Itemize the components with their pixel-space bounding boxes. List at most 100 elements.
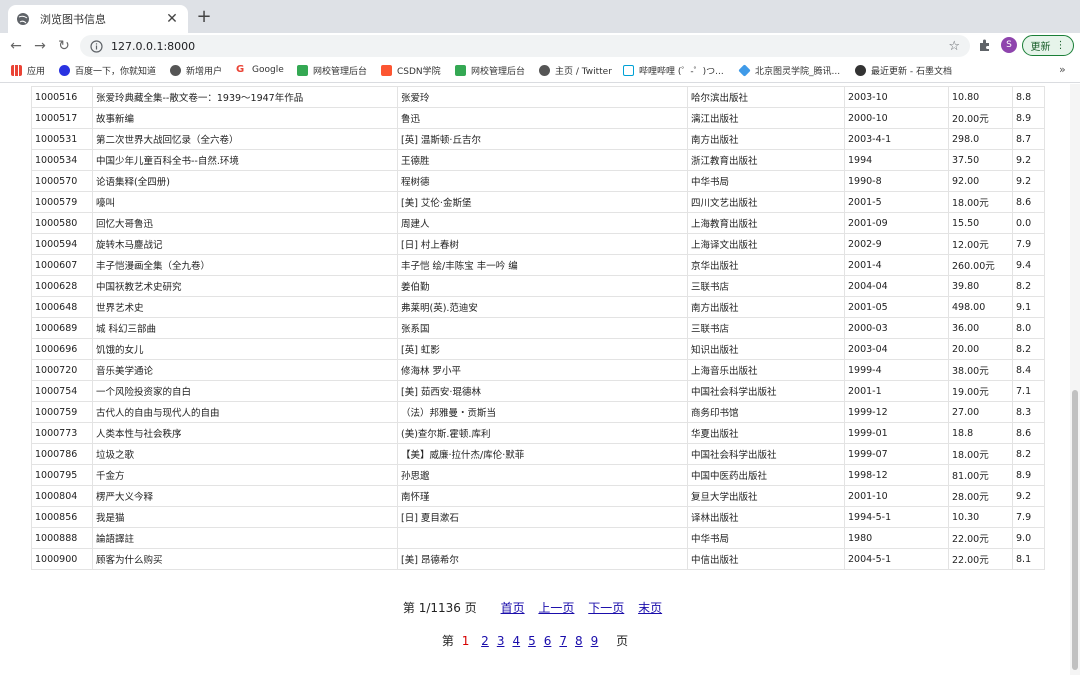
- book-price-cell: 498.00: [948, 296, 1013, 318]
- bookmark-tuling[interactable]: 北京图灵学院_腾讯...: [738, 64, 840, 77]
- book-date-cell: 1994: [844, 149, 949, 171]
- bookmark-label: 网校管理后台: [313, 67, 368, 77]
- profile-avatar[interactable]: S: [1001, 37, 1017, 53]
- book-price-cell: 260.00元: [948, 254, 1013, 276]
- book-author-cell: [英] 虹影: [397, 338, 688, 360]
- scrollbar-thumb[interactable]: [1072, 390, 1078, 670]
- book-publisher-cell: 中信出版社: [687, 548, 845, 570]
- book-title-cell: 我是猫: [92, 506, 398, 528]
- book-id-cell: 1000804: [31, 485, 93, 507]
- page-links: 23456789: [477, 634, 602, 648]
- book-price-cell: 20.00元: [948, 107, 1013, 129]
- book-date-cell: 2004-5-1: [844, 548, 949, 570]
- page-number-link[interactable]: 6: [544, 634, 552, 648]
- book-rating-cell: 8.9: [1012, 464, 1045, 486]
- book-rating-cell: 9.4: [1012, 254, 1045, 276]
- address-bar[interactable]: 127.0.0.1:8000 ☆: [80, 35, 970, 57]
- table-row: 1000795 千金方 孙思邈 中国中医药出版社 1998-12 81.00元 8.9: [31, 464, 1045, 486]
- bookmark-label: 网校管理后台: [471, 67, 526, 77]
- book-publisher-cell: 上海译文出版社: [687, 233, 845, 255]
- book-rating-cell: 8.3: [1012, 401, 1045, 423]
- book-date-cell: 2001-09: [844, 212, 949, 234]
- bookmark-csdn[interactable]: CSDN学院: [381, 64, 441, 77]
- book-author-cell: 丰子恺 绘/丰陈宝 丰一吟 编: [397, 254, 688, 276]
- bookmark-school-admin-2[interactable]: 网校管理后台: [455, 64, 525, 77]
- back-icon[interactable]: ←: [7, 37, 25, 55]
- page-number-link[interactable]: 2: [481, 634, 489, 648]
- book-publisher-cell: 南方出版社: [687, 296, 845, 318]
- bookmark-shimo[interactable]: 最近更新 - 石墨文档: [855, 64, 952, 77]
- book-price-cell: 12.00元: [948, 233, 1013, 255]
- new-tab-icon[interactable]: +: [194, 7, 214, 27]
- tab-strip: 浏览图书信息 ✕ +: [0, 0, 1080, 33]
- book-publisher-cell: 哈尔滨出版社: [687, 86, 845, 108]
- page-number-link[interactable]: 5: [528, 634, 536, 648]
- book-date-cell: 1994-5-1: [844, 506, 949, 528]
- book-date-cell: 2000-03: [844, 317, 949, 339]
- bookmark-star-icon[interactable]: ☆: [948, 39, 960, 54]
- active-tab[interactable]: 浏览图书信息 ✕: [8, 5, 188, 33]
- book-date-cell: 2001-10: [844, 485, 949, 507]
- book-author-cell: 【美】威廉·拉什杰/库伦·默菲: [397, 443, 688, 465]
- next-page-link[interactable]: 下一页: [588, 601, 624, 615]
- book-rating-cell: 9.2: [1012, 149, 1045, 171]
- table-row: 1000570 论语集释(全四册) 程树德 中华书局 1990-8 92.00 9.2: [31, 170, 1045, 192]
- extensions-puzzle-icon[interactable]: [978, 38, 992, 52]
- book-id-cell: 1000786: [31, 443, 93, 465]
- bookmark-google[interactable]: G Google: [236, 64, 284, 75]
- book-price-cell: 39.80: [948, 275, 1013, 297]
- book-publisher-cell: 中华书局: [687, 170, 845, 192]
- table-row: 1000516 张爱玲典藏全集--散文卷一：1939～1947年作品 张爱玲 哈尔滨出…: [31, 86, 1045, 108]
- first-page-link[interactable]: 首页: [501, 601, 525, 615]
- book-rating-cell: 8.1: [1012, 548, 1045, 570]
- page-status: 第 1/1136 页: [402, 601, 477, 615]
- page-number-link[interactable]: 3: [497, 634, 505, 648]
- book-title-cell: 顾客为什么购买: [92, 548, 398, 570]
- book-id-cell: 1000628: [31, 275, 93, 297]
- bookmark-new-user[interactable]: 新增用户: [170, 64, 222, 77]
- prev-page-link[interactable]: 上一页: [538, 601, 574, 615]
- close-tab-icon[interactable]: ✕: [164, 11, 180, 27]
- bookmark-school-admin-1[interactable]: 网校管理后台: [297, 64, 367, 77]
- update-button[interactable]: 更新 ⋮: [1022, 35, 1074, 56]
- book-rating-cell: 8.0: [1012, 317, 1045, 339]
- tab-title: 浏览图书信息: [40, 13, 106, 26]
- book-date-cell: 2001-4: [844, 254, 949, 276]
- vertical-scrollbar[interactable]: [1070, 84, 1080, 675]
- page-number-link[interactable]: 7: [559, 634, 567, 648]
- apps-grid-icon: [11, 65, 22, 76]
- page-number-link[interactable]: 9: [591, 634, 599, 648]
- book-title-cell: 世界艺术史: [92, 296, 398, 318]
- bookmark-label: 应用: [27, 67, 46, 77]
- book-price-cell: 92.00: [948, 170, 1013, 192]
- page-suffix: 页: [616, 634, 629, 648]
- bookmarks-overflow-icon[interactable]: »: [1059, 63, 1066, 76]
- bookmark-baidu[interactable]: 百度一下，你就知道: [59, 64, 156, 77]
- bookmark-bilibili[interactable]: 哔哩哔哩 (゜-゜)つ...: [623, 64, 724, 77]
- reload-icon[interactable]: ↻: [55, 37, 73, 55]
- book-title-cell: 垃圾之歌: [92, 443, 398, 465]
- book-rating-cell: 8.2: [1012, 275, 1045, 297]
- bookmark-label: CSDN学院: [397, 67, 441, 77]
- table-row: 1000517 故事新编 鲁迅 漓江出版社 2000-10 20.00元 8.9: [31, 107, 1045, 129]
- bookmark-label: 百度一下，你就知道: [75, 67, 157, 77]
- bookmark-twitter[interactable]: 主页 / Twitter: [539, 64, 612, 77]
- url-text[interactable]: 127.0.0.1:8000: [111, 40, 948, 53]
- book-id-cell: 1000607: [31, 254, 93, 276]
- bookmark-label: 新增用户: [186, 67, 223, 77]
- table-row: 1000786 垃圾之歌 【美】威廉·拉什杰/库伦·默菲 中国社会科学出版社 1999-…: [31, 443, 1045, 465]
- book-author-cell: 姜伯勤: [397, 275, 688, 297]
- book-rating-cell: 9.1: [1012, 296, 1045, 318]
- page-number-link[interactable]: 8: [575, 634, 583, 648]
- page-number-link[interactable]: 4: [512, 634, 520, 648]
- book-date-cell: 1999-01: [844, 422, 949, 444]
- info-icon[interactable]: [90, 39, 103, 53]
- bookmark-apps[interactable]: 应用: [11, 64, 45, 77]
- table-row: 1000900 顾客为什么购买 [美] 昂德希尔 中信出版社 2004-5-1 22.00…: [31, 548, 1045, 570]
- book-title-cell: 中国祆教艺术史研究: [92, 275, 398, 297]
- forward-icon[interactable]: →: [31, 37, 49, 55]
- book-price-cell: 27.00: [948, 401, 1013, 423]
- last-page-link[interactable]: 末页: [638, 601, 662, 615]
- table-row: 1000689 城 科幻三部曲 张系国 三联书店 2000-03 36.00 8.0: [31, 317, 1045, 339]
- book-date-cell: 2003-10: [844, 86, 949, 108]
